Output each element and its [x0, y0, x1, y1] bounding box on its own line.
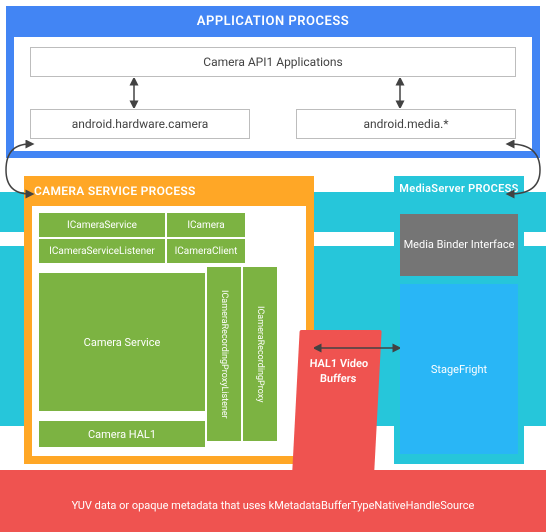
- icamerarecordingproxylistener-box: ICameraRecordingProxyListener: [206, 266, 242, 442]
- camera-hal1-box: Camera HAL1: [38, 420, 206, 448]
- android-media-box: android.media.*: [296, 109, 516, 139]
- mediaserver-process-container: MediaServer PROCESS Media Binder Interfa…: [394, 176, 524, 464]
- arrow-proxy-stagefright: [314, 342, 400, 354]
- icamerarecordingproxy-box: ICameraRecordingProxy: [242, 266, 278, 442]
- camera-service-box: Camera Service: [38, 272, 206, 412]
- media-binder-interface-box: Media Binder Interface: [400, 214, 518, 276]
- camera-api1-applications-box: Camera API1 Applications: [30, 47, 516, 77]
- arrow-media-mediaserver: [500, 140, 546, 200]
- icameraservice-box: ICameraService: [38, 212, 166, 238]
- arrow-api1-hardware: [128, 78, 140, 108]
- camera-service-process-container: CAMERA SERVICE PROCESS ICameraService IC…: [24, 176, 314, 464]
- camera-service-process-body: ICameraService ICamera ICameraServiceLis…: [32, 206, 306, 456]
- footer-strip: YUV data or opaque metadata that uses kM…: [0, 470, 546, 532]
- icamera-box: ICamera: [166, 212, 246, 238]
- stagefright-box: StageFright: [400, 284, 518, 454]
- android-hardware-camera-box: android.hardware.camera: [30, 109, 250, 139]
- application-process-container: APPLICATION PROCESS Camera API1 Applicat…: [6, 6, 540, 158]
- camera-service-process-title: CAMERA SERVICE PROCESS: [24, 176, 314, 206]
- application-process-body: Camera API1 Applications android.hardwar…: [14, 37, 532, 151]
- arrow-hardware-cameraservice: [0, 140, 60, 200]
- arrow-api1-media: [394, 78, 406, 108]
- footer-text: YUV data or opaque metadata that uses kM…: [0, 470, 546, 513]
- icameraservicelistener-box: ICameraServiceListener: [38, 238, 166, 264]
- icameraclient-box: ICameraClient: [166, 238, 246, 264]
- application-process-title: APPLICATION PROCESS: [6, 6, 540, 37]
